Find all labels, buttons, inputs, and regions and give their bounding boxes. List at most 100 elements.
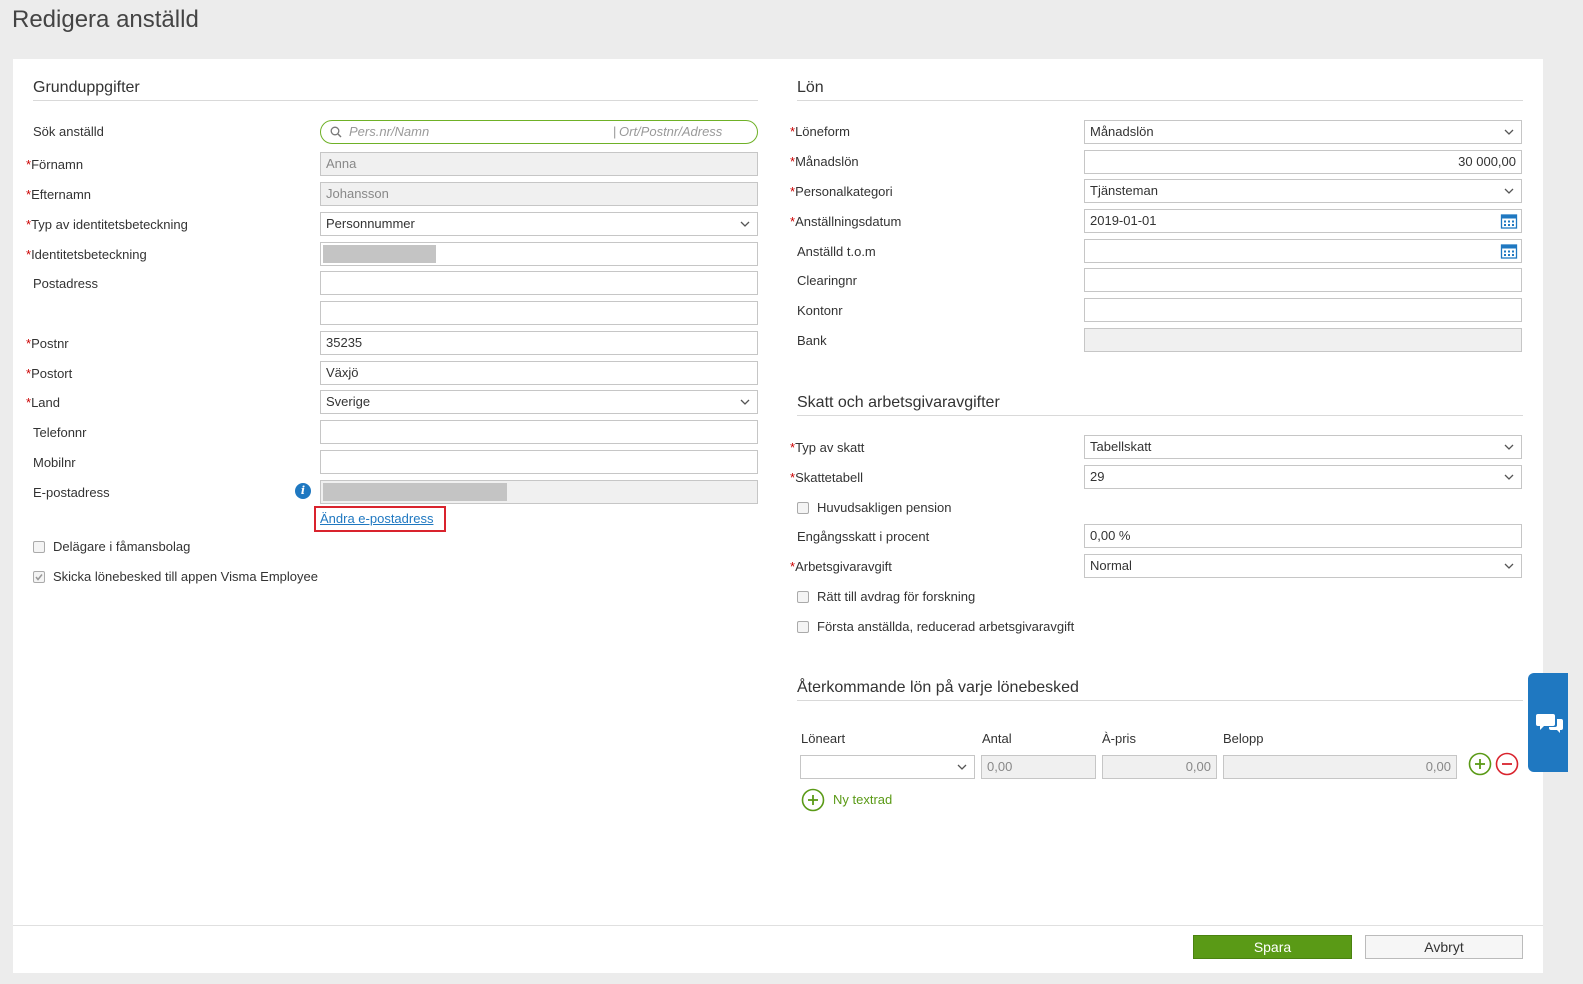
label-delagare: Delägare i fåmansbolag (53, 539, 191, 554)
forskning-checkbox[interactable] (797, 591, 809, 603)
mobilnr-field[interactable] (320, 450, 758, 474)
label-arbetsgivaravgift: *Arbetsgivaravgift (790, 559, 892, 574)
employee-search-input[interactable]: Pers.nr/Namn | Ort/Postnr/Adress (320, 120, 758, 144)
cancel-button[interactable]: Avbryt (1365, 935, 1523, 959)
personalkategori-select[interactable]: Tjänsteman (1084, 179, 1522, 203)
label-postnr: *Postnr (26, 336, 69, 351)
section-title-aterkommande: Återkommande lön på varje lönebesked (797, 679, 1523, 701)
col-header-antal: Antal (982, 731, 1012, 746)
label-skattetabell: *Skattetabell (790, 470, 863, 485)
manadslon-field[interactable]: 30 000,00 (1084, 150, 1522, 174)
col-header-apris: À-pris (1102, 731, 1136, 746)
postadress-field-1[interactable] (320, 271, 758, 295)
label-typ-av-skatt: *Typ av skatt (790, 440, 865, 455)
ny-textrad-link[interactable]: Ny textrad (833, 792, 892, 807)
telefonnr-field[interactable] (320, 420, 758, 444)
idtyp-value: Personnummer (326, 216, 415, 231)
idtyp-select[interactable]: Personnummer (320, 212, 758, 236)
label-idtyp: *Typ av identitetsbeteckning (26, 217, 188, 232)
section-title-grunduppgifter: Grunduppgifter (33, 79, 758, 101)
antal-field: 0,00 (981, 755, 1096, 779)
redacted-block (323, 483, 507, 501)
arbetsgivaravgift-select[interactable]: Normal (1084, 554, 1522, 578)
engangsskatt-field[interactable]: 0,00 % (1084, 524, 1522, 548)
chevron-down-icon (740, 221, 750, 227)
land-select[interactable]: Sverige (320, 390, 758, 414)
anstallningsdatum-value: 2019-01-01 (1090, 213, 1157, 228)
skattetabell-select[interactable]: 29 (1084, 465, 1522, 489)
pension-checkbox[interactable] (797, 502, 809, 514)
label-clearingnr: Clearingnr (797, 273, 857, 288)
apris-field: 0,00 (1102, 755, 1217, 779)
page-scrollbar[interactable] (1553, 0, 1583, 984)
chevron-down-icon (1504, 563, 1514, 569)
label-anstallningsdatum: *Anställningsdatum (790, 214, 902, 229)
label-anstalld-tom: Anställd t.o.m (797, 244, 876, 259)
label-fornamn: *Förnamn (26, 157, 84, 172)
label-personalkategori: *Personalkategori (790, 184, 893, 199)
label-manadslon: *Månadslön (790, 154, 859, 169)
label-skicka-lonebesked: Skicka lönebesked till appen Visma Emplo… (53, 569, 318, 584)
change-email-link[interactable]: Ändra e-postadress (320, 511, 433, 526)
typ-av-skatt-select[interactable]: Tabellskatt (1084, 435, 1522, 459)
label-forsta-anstallda: Första anställda, reducerad arbetsgivara… (817, 619, 1075, 634)
bank-field (1084, 328, 1522, 352)
chevron-down-icon (957, 764, 967, 770)
label-sok-anstalld: Sök anställd (33, 124, 104, 139)
identitetsbeteckning-field[interactable] (320, 242, 758, 266)
postort-field[interactable]: Växjö (320, 361, 758, 385)
search-placeholder-name: Pers.nr/Namn (349, 124, 430, 139)
arbetsgivaravgift-value: Normal (1090, 558, 1132, 573)
epostadress-field (320, 480, 758, 504)
forsta-anstallda-checkbox[interactable] (797, 621, 809, 633)
chevron-down-icon (740, 399, 750, 405)
efternamn-field: Johansson (320, 182, 758, 206)
label-postadress: Postadress (33, 276, 99, 291)
col-header-loneart: Löneart (801, 731, 846, 746)
calendar-icon[interactable] (1500, 212, 1518, 230)
skicka-lonebesked-checkbox[interactable] (33, 571, 45, 583)
land-value: Sverige (326, 394, 371, 409)
clearingnr-field[interactable] (1084, 268, 1522, 292)
section-title-lon: Lön (797, 79, 1523, 101)
minus-circle-icon[interactable] (1495, 752, 1519, 776)
search-placeholder-address: Ort/Postnr/Adress (619, 124, 723, 139)
label-engangsskatt: Engångsskatt i procent (797, 529, 930, 544)
plus-circle-icon[interactable] (801, 788, 825, 812)
calendar-icon[interactable] (1500, 242, 1518, 260)
loneart-select[interactable] (800, 755, 975, 779)
loneform-value: Månadslön (1090, 124, 1154, 139)
label-efternamn: *Efternamn (26, 187, 92, 202)
label-epostadress: E-postadress (33, 485, 110, 500)
postadress-field-2[interactable] (320, 301, 758, 325)
info-icon[interactable]: i (295, 483, 311, 499)
chevron-down-icon (1504, 129, 1514, 135)
page-title: Redigera anställd (12, 6, 199, 33)
loneform-select[interactable]: Månadslön (1084, 120, 1522, 144)
fornamn-field: Anna (320, 152, 758, 176)
kontonr-field[interactable] (1084, 298, 1522, 322)
chat-tab[interactable] (1528, 673, 1568, 772)
label-forskning: Rätt till avdrag för forskning (817, 589, 976, 604)
label-kontonr: Kontonr (797, 303, 843, 318)
save-button[interactable]: Spara (1193, 935, 1352, 959)
delagare-checkbox[interactable] (33, 541, 45, 553)
personalkategori-value: Tjänsteman (1090, 183, 1158, 198)
postnr-field[interactable]: 35235 (320, 331, 758, 355)
anstallningsdatum-field[interactable]: 2019-01-01 (1084, 209, 1522, 233)
chevron-down-icon (1504, 188, 1514, 194)
typ-av-skatt-value: Tabellskatt (1090, 439, 1152, 454)
label-bank: Bank (797, 333, 827, 348)
redacted-block (323, 245, 436, 263)
anstalld-tom-field[interactable] (1084, 239, 1522, 263)
search-divider: | (613, 124, 617, 139)
label-pension: Huvudsakligen pension (817, 500, 952, 515)
label-loneform: *Löneform (790, 124, 850, 139)
checkmark-icon (35, 574, 43, 581)
plus-circle-icon[interactable] (1468, 752, 1492, 776)
search-icon (330, 126, 342, 138)
chevron-down-icon (1504, 474, 1514, 480)
label-land: *Land (26, 395, 60, 410)
chevron-down-icon (1504, 444, 1514, 450)
col-header-belopp: Belopp (1223, 731, 1264, 746)
